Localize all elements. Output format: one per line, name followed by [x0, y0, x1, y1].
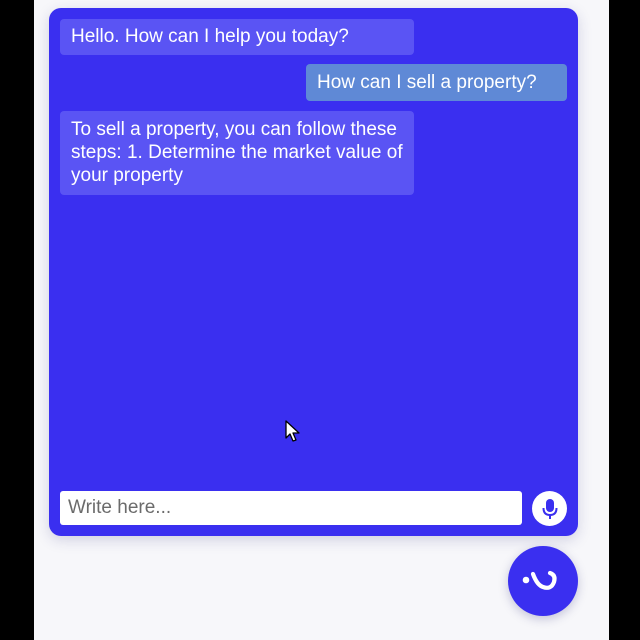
- user-message: How can I sell a property?: [306, 64, 567, 101]
- composer: [60, 491, 567, 526]
- message-list: Hello. How can I help you today? How can…: [49, 8, 578, 536]
- bot-message: To sell a property, you can follow these…: [60, 111, 414, 195]
- bot-message: Hello. How can I help you today?: [60, 19, 414, 55]
- chat-logo-icon: [522, 570, 557, 590]
- microphone-icon: [542, 498, 557, 519]
- chat-launcher-button[interactable]: [508, 546, 578, 616]
- mouse-cursor-icon: [285, 420, 300, 442]
- chat-window: Hello. How can I help you today? How can…: [49, 8, 578, 536]
- message-input[interactable]: [60, 491, 522, 525]
- mic-button[interactable]: [532, 491, 567, 526]
